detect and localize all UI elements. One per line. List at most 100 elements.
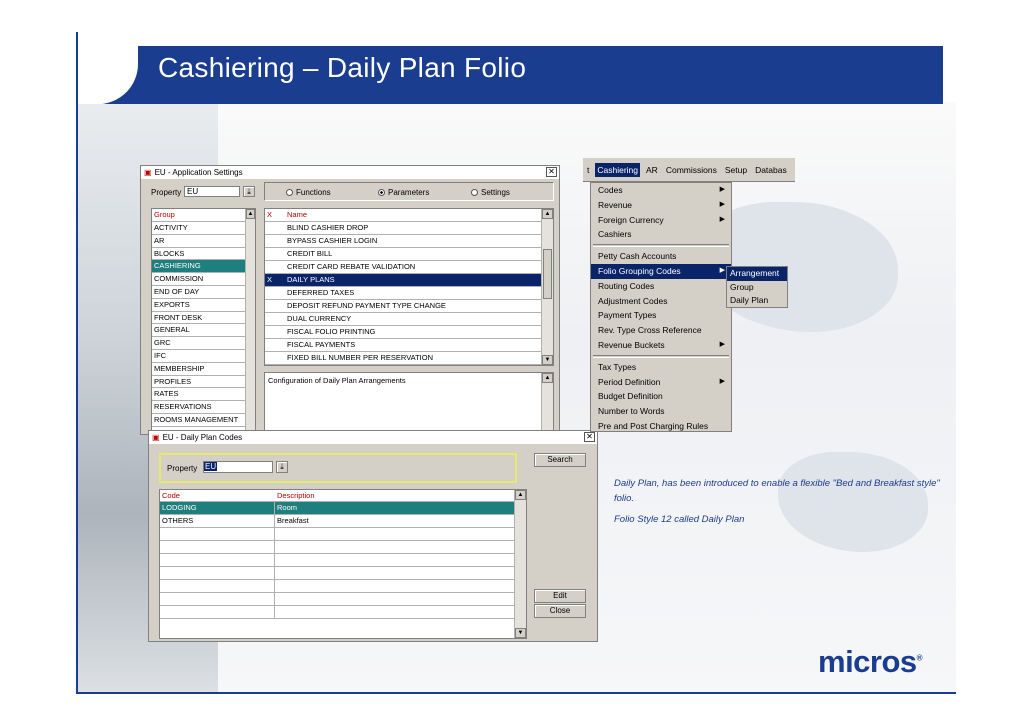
parameter-row[interactable]: BYPASS CASHIER LOGIN (265, 235, 553, 248)
menu-item[interactable]: Budget Definition (591, 389, 731, 404)
table-row[interactable] (160, 567, 526, 580)
folio-grouping-submenu: Arrangement Group Daily Plan (726, 266, 788, 308)
table-row[interactable] (160, 580, 526, 593)
group-item[interactable]: COMMISSION (152, 273, 255, 286)
x-header: X (267, 210, 273, 219)
group-item[interactable]: RESERVATIONS (152, 401, 255, 414)
menu-item[interactable]: Revenue Buckets ▶ (591, 338, 731, 353)
group-item[interactable]: AR (152, 235, 255, 248)
menu-item[interactable]: Pre and Post Charging Rules (591, 419, 731, 434)
table-row[interactable]: OTHERS Breakfast (160, 515, 526, 528)
table-row[interactable] (160, 541, 526, 554)
menu-item[interactable]: Codes ▶ (591, 183, 731, 198)
group-item[interactable]: ROOMS MANAGEMENT (152, 414, 255, 427)
table-row[interactable]: LODGING Room (160, 502, 526, 515)
code-cell (160, 593, 275, 605)
param-flag (267, 287, 287, 299)
property-dropdown-icon[interactable]: ⤓ (243, 186, 255, 197)
group-item[interactable]: END OF DAY (152, 286, 255, 299)
description-cell (275, 567, 277, 579)
parameter-row[interactable]: FISCAL FOLIO PRINTING (265, 326, 553, 339)
close-icon[interactable]: ✕ (546, 167, 557, 177)
description-header: Description (277, 491, 315, 500)
close-button[interactable]: Close (534, 604, 586, 618)
menu-item[interactable]: Routing Codes (591, 279, 731, 294)
radio-parameters[interactable]: Parameters (378, 188, 429, 197)
search-button[interactable]: Search (534, 453, 586, 467)
menu-item[interactable]: Cashiers (591, 227, 731, 242)
group-item[interactable]: BLOCKS (152, 248, 255, 261)
property-label: Property (167, 464, 198, 473)
property-input[interactable]: EU (184, 186, 240, 197)
window-titlebar: ▣ EU - Application Settings ✕ (141, 166, 559, 179)
parameter-row[interactable]: DEFERRED TAXES (265, 287, 553, 300)
group-item[interactable]: CASHIERING (152, 260, 255, 274)
description-box: Configuration of Daily Plan Arrangements… (264, 372, 554, 432)
menu-item[interactable]: Period Definition ▶ (591, 375, 731, 390)
group-item[interactable]: PROFILES (152, 376, 255, 389)
group-item[interactable]: ACTIVITY (152, 222, 255, 235)
group-item[interactable]: GRC (152, 337, 255, 350)
group-item[interactable]: RATES (152, 388, 255, 402)
menu-item[interactable]: Number to Words (591, 404, 731, 419)
scroll-thumb[interactable] (543, 249, 552, 299)
app-icon: ▣ (144, 168, 152, 177)
edit-button[interactable]: Edit (534, 589, 586, 603)
params-scrollbar[interactable]: ▲ ▼ (541, 209, 553, 365)
param-name: DAILY PLANS (287, 275, 335, 284)
table-row[interactable] (160, 606, 526, 619)
menu-bar-item[interactable]: Cashiering (595, 162, 641, 177)
parameter-row[interactable]: DUAL CURRENCY (265, 313, 553, 326)
menu-bar-item[interactable]: Databas (753, 163, 789, 177)
param-name: FISCAL FOLIO PRINTING (287, 327, 376, 336)
parameter-row[interactable]: X DAILY PLANS (265, 274, 553, 287)
submenu-item[interactable]: Group (727, 281, 787, 295)
group-item[interactable]: EXPORTS (152, 299, 255, 312)
group-item[interactable]: GENERAL (152, 324, 255, 338)
parameter-row[interactable]: DEPOSIT REFUND PAYMENT TYPE CHANGE (265, 300, 553, 313)
radio-functions[interactable]: Functions (286, 188, 331, 197)
menu-bar-item[interactable]: t (585, 163, 591, 177)
menu-item[interactable]: Revenue ▶ (591, 198, 731, 213)
group-header: Group (152, 209, 255, 222)
menu-item[interactable]: Petty Cash Accounts (591, 249, 731, 264)
table-row[interactable] (160, 528, 526, 541)
group-item[interactable]: IFC (152, 350, 255, 363)
group-item[interactable]: FRONT DESK (152, 312, 255, 325)
table-row[interactable] (160, 593, 526, 606)
property-dropdown-icon[interactable]: ⤓ (276, 461, 288, 473)
submenu-arrow-icon: ▶ (719, 215, 725, 223)
parameter-row[interactable]: BLIND CASHIER DROP (265, 222, 553, 235)
menu-item[interactable]: Adjustment Codes (591, 294, 731, 309)
parameter-row[interactable]: FISCAL PAYMENTS (265, 339, 553, 352)
window-title: EU - Application Settings (154, 168, 243, 177)
description-scrollbar[interactable]: ▲ (541, 373, 553, 431)
codes-scrollbar[interactable]: ▲ ▼ (514, 490, 526, 638)
code-cell (160, 580, 275, 592)
parameter-row[interactable]: CREDIT CARD REBATE VALIDATION (265, 261, 553, 274)
property-input[interactable]: EU (203, 461, 273, 473)
submenu-item[interactable]: Daily Plan (727, 294, 787, 308)
menu-bar-item[interactable]: AR (644, 163, 660, 177)
menu-bar: t Cashiering AR Commissions Setup Databas (583, 158, 795, 182)
menu-bar-item[interactable]: Commissions (664, 163, 719, 177)
menu-bar-item[interactable]: Setup (723, 163, 749, 177)
group-scrollbar[interactable]: ▲ (245, 209, 255, 432)
table-row[interactable] (160, 554, 526, 567)
submenu-arrow-icon: ▶ (719, 200, 725, 208)
submenu-item[interactable]: Arrangement (727, 267, 787, 281)
menu-item[interactable]: Payment Types (591, 308, 731, 323)
menu-item[interactable]: Tax Types (591, 360, 731, 375)
menu-item[interactable]: Foreign Currency ▶ (591, 213, 731, 228)
submenu-arrow-icon: ▶ (719, 186, 725, 193)
radio-settings[interactable]: Settings (471, 188, 510, 197)
group-item[interactable]: MEMBERSHIP (152, 363, 255, 376)
param-name: DUAL CURRENCY (287, 314, 352, 323)
parameter-row[interactable]: CREDIT BILL (265, 248, 553, 261)
menu-item[interactable]: Rev. Type Cross Reference (591, 323, 731, 338)
parameter-row[interactable]: FIXED BILL NUMBER PER RESERVATION (265, 352, 553, 365)
submenu-arrow-icon: ▶ (719, 340, 725, 348)
menu-item[interactable]: Folio Grouping Codes ▶ (591, 263, 731, 279)
description-cell: Breakfast (277, 516, 309, 525)
cashiering-menu: Codes ▶ Revenue ▶ Foreign Currency ▶ Cashiers P… (590, 182, 732, 432)
